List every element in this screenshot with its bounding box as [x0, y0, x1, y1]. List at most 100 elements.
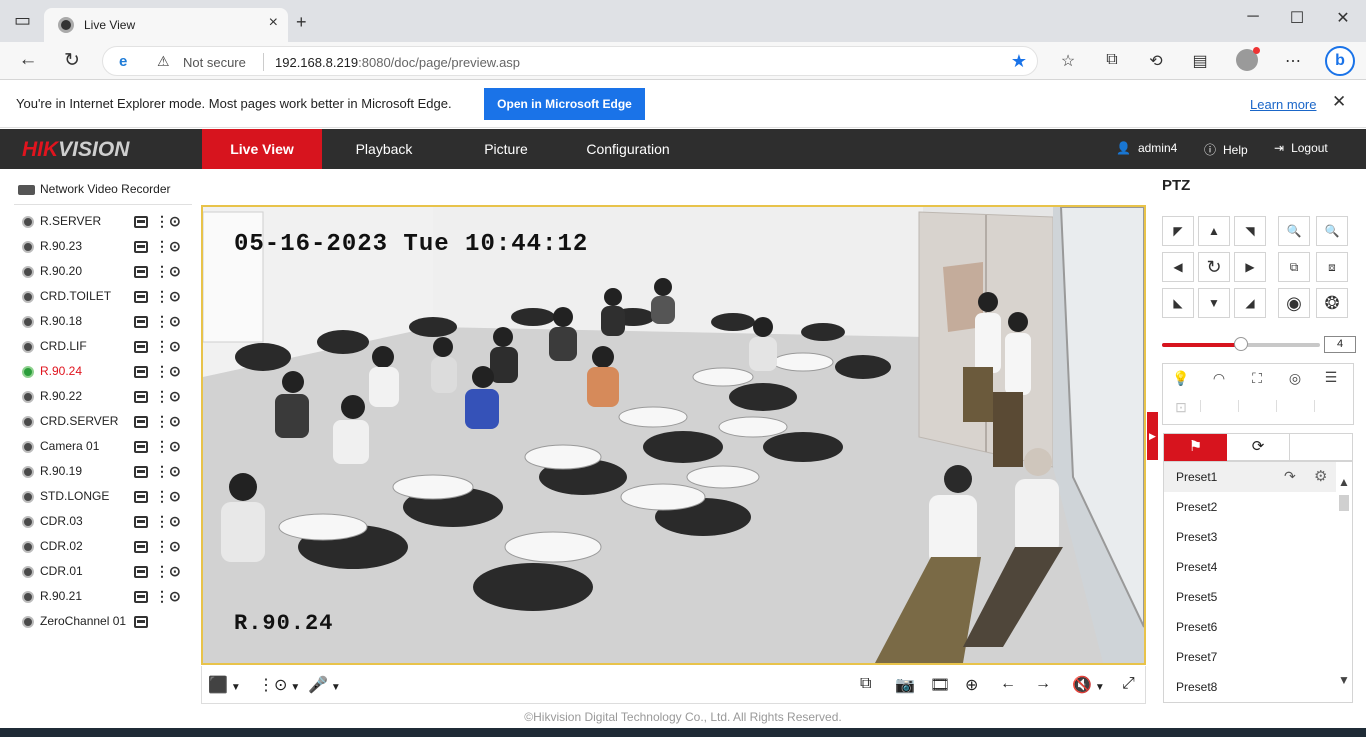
record-status-icon[interactable]	[134, 466, 148, 478]
logout-button[interactable]: ⇥ Logout	[1274, 141, 1328, 155]
digital-zoom-icon[interactable]: ⊕	[965, 675, 978, 695]
microphone-icon[interactable]: 🎤 ▼	[308, 675, 341, 695]
tab-actions-icon[interactable]: ▭	[14, 10, 31, 31]
record-status-icon[interactable]	[134, 491, 148, 503]
call-preset-icon[interactable]: ↷	[1284, 468, 1296, 485]
banner-close-icon[interactable]: ✕	[1332, 92, 1346, 112]
record-status-icon[interactable]	[134, 291, 148, 303]
camera-item[interactable]: R.90.24 ⋮⊙	[20, 362, 181, 382]
record-status-icon[interactable]	[134, 266, 148, 278]
record-status-icon[interactable]	[134, 441, 148, 453]
stream-type-icon[interactable]: ⋮⊙ ▼	[258, 675, 300, 695]
ptz-speed-slider[interactable]	[1162, 337, 1320, 351]
stream-link-icon[interactable]: ⋮⊙	[155, 363, 181, 380]
nav-picture[interactable]: Picture	[446, 129, 566, 169]
stream-link-icon[interactable]: ⋮⊙	[155, 388, 181, 405]
camera-item[interactable]: R.90.18 ⋮⊙	[20, 312, 181, 332]
stop-all-icon[interactable]: ⧉	[860, 675, 871, 693]
preset-item[interactable]: Preset5	[1164, 582, 1336, 612]
camera-item[interactable]: R.90.22 ⋮⊙	[20, 387, 181, 407]
nvr-root[interactable]: Network Video Recorder	[18, 182, 171, 196]
ptz-speed-value[interactable]: 4	[1324, 336, 1356, 353]
camera-item[interactable]: CDR.03 ⋮⊙	[20, 512, 181, 532]
zoom-out-icon[interactable]: 🔍	[1278, 216, 1310, 246]
ptz-right-icon[interactable]: ▶	[1234, 252, 1266, 282]
record-status-icon[interactable]	[134, 416, 148, 428]
record-status-icon[interactable]	[134, 341, 148, 353]
scroll-up-icon[interactable]: ▲	[1338, 475, 1350, 489]
stream-link-icon[interactable]: ⋮⊙	[155, 238, 181, 255]
mute-icon[interactable]: 🔇 ▼	[1072, 675, 1105, 695]
preset-item[interactable]: Preset2	[1164, 492, 1336, 522]
warning-icon[interactable]: ⚠	[157, 53, 170, 70]
stream-link-icon[interactable]: ⋮⊙	[155, 563, 181, 580]
iris-open-icon[interactable]: ◉	[1278, 288, 1310, 318]
preset-item[interactable]: Preset8	[1164, 672, 1336, 702]
record-status-icon[interactable]	[134, 366, 148, 378]
window-close-icon[interactable]: ✕	[1328, 8, 1358, 28]
preset-item[interactable]: Preset3	[1164, 522, 1336, 552]
nav-playback[interactable]: Playback	[324, 129, 444, 169]
focus-near-icon[interactable]: ⧉	[1278, 252, 1310, 282]
set-preset-gear-icon[interactable]: ⚙	[1314, 467, 1327, 485]
stream-link-icon[interactable]: ⋮⊙	[155, 513, 181, 530]
new-tab-icon[interactable]: +	[296, 12, 307, 33]
lens-init-icon[interactable]: ◎	[1276, 370, 1314, 387]
window-layout-icon[interactable]: ⬛ ▼	[208, 675, 241, 695]
next-page-icon[interactable]: →	[1035, 675, 1051, 693]
camera-item[interactable]: CDR.01 ⋮⊙	[20, 562, 181, 582]
record-status-icon[interactable]	[134, 216, 148, 228]
previous-page-icon[interactable]: ←	[1000, 675, 1016, 693]
camera-item[interactable]: CDR.02 ⋮⊙	[20, 537, 181, 557]
camera-item[interactable]: STD.LONGE ⋮⊙	[20, 487, 181, 507]
ptz-up-icon[interactable]: ▲	[1198, 216, 1230, 246]
record-status-icon[interactable]	[134, 391, 148, 403]
ptz-up-left-icon[interactable]: ◤	[1162, 216, 1194, 246]
camera-item[interactable]: R.SERVER ⋮⊙	[20, 212, 181, 232]
scroll-thumb[interactable]	[1339, 495, 1349, 511]
preset-item[interactable]: Preset4	[1164, 552, 1336, 582]
nav-live-view[interactable]: Live View	[202, 129, 322, 169]
security-status[interactable]: Not secure	[183, 55, 246, 70]
ptz-left-icon[interactable]: ◀	[1162, 252, 1194, 282]
camera-item[interactable]: R.90.23 ⋮⊙	[20, 237, 181, 257]
light-icon[interactable]: 💡	[1162, 370, 1200, 387]
panel-collapse-handle[interactable]: ▶	[1147, 412, 1158, 460]
record-status-icon[interactable]	[134, 516, 148, 528]
profile-avatar[interactable]	[1236, 47, 1260, 71]
stream-link-icon[interactable]: ⋮⊙	[155, 313, 181, 330]
manual-tracking-icon[interactable]: ⊡	[1162, 399, 1200, 416]
slider-knob[interactable]	[1234, 337, 1248, 351]
ptz-up-right-icon[interactable]: ◥	[1234, 216, 1266, 246]
record-status-icon[interactable]	[134, 591, 148, 603]
camera-item[interactable]: R.90.19 ⋮⊙	[20, 462, 181, 482]
stream-link-icon[interactable]: ⋮⊙	[155, 488, 181, 505]
preset-scrollbar[interactable]: ▲ ▼	[1336, 475, 1352, 693]
back-icon[interactable]: ←	[14, 49, 42, 71]
url-text[interactable]: 192.168.8.219:8080/doc/page/preview.asp	[275, 55, 520, 70]
live-video-window[interactable]: 05-16-2023 Tue 10:44:12 R.90.24	[201, 205, 1146, 665]
stream-link-icon[interactable]: ⋮⊙	[155, 263, 181, 280]
preset-item[interactable]: Preset1 ↷ ⚙	[1164, 462, 1336, 492]
stream-link-icon[interactable]: ⋮⊙	[155, 588, 181, 605]
favorites-icon[interactable]: ☆	[1055, 51, 1081, 71]
tab-close-icon[interactable]: ×	[269, 14, 278, 32]
minimize-icon[interactable]: ─	[1238, 8, 1268, 26]
open-in-edge-button[interactable]: Open in Microsoft Edge	[484, 88, 645, 120]
record-status-icon[interactable]	[134, 541, 148, 553]
iris-close-icon[interactable]: ❂	[1316, 288, 1348, 318]
ptz-auto-icon[interactable]: ↻	[1198, 252, 1230, 282]
reading-view-icon[interactable]: ▤	[1187, 51, 1213, 71]
help-button[interactable]: ⓘ Help	[1204, 141, 1248, 158]
record-status-icon[interactable]	[134, 241, 148, 253]
nav-configuration[interactable]: Configuration	[568, 129, 688, 169]
stream-link-icon[interactable]: ⋮⊙	[155, 338, 181, 355]
stream-link-icon[interactable]: ⋮⊙	[155, 463, 181, 480]
browser-tab-live-view[interactable]: Live View ×	[44, 8, 288, 42]
auxiliary-focus-icon[interactable]: ⛶	[1238, 370, 1276, 387]
refresh-icon[interactable]: ↻	[58, 49, 86, 72]
record-status-icon[interactable]	[134, 566, 148, 578]
more-functions-icon[interactable]: ☰	[1312, 369, 1350, 386]
record-icon[interactable]: 🎞	[930, 675, 950, 695]
camera-item[interactable]: CRD.TOILET ⋮⊙	[20, 287, 181, 307]
